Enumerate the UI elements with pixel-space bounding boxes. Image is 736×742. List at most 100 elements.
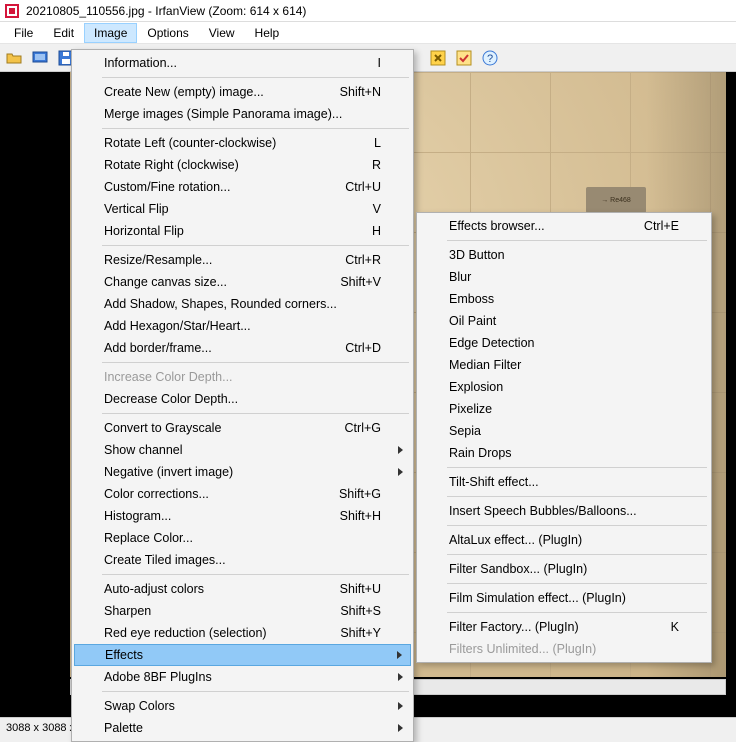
help-icon[interactable]: ? bbox=[480, 48, 500, 68]
image-menu-add-hexagon-star-heart[interactable]: Add Hexagon/Star/Heart... bbox=[74, 315, 411, 337]
effects-menu-insert-speech-bubbles-balloons[interactable]: Insert Speech Bubbles/Balloons... bbox=[419, 500, 709, 522]
menu-item-shortcut: Shift+S bbox=[340, 604, 381, 618]
image-menu-merge-images-simple-panorama-image[interactable]: Merge images (Simple Panorama image)... bbox=[74, 103, 411, 125]
effects-menu-edge-detection[interactable]: Edge Detection bbox=[419, 332, 709, 354]
menu-item-label: Merge images (Simple Panorama image)... bbox=[104, 107, 381, 121]
menu-item-shortcut: Shift+N bbox=[340, 85, 381, 99]
menu-item-shortcut: Ctrl+R bbox=[345, 253, 381, 267]
menu-item-label: Emboss bbox=[449, 292, 679, 306]
menu-options[interactable]: Options bbox=[137, 23, 198, 43]
image-menu-rotate-left-counter-clockwise[interactable]: Rotate Left (counter-clockwise)L bbox=[74, 132, 411, 154]
menu-item-shortcut: R bbox=[372, 158, 381, 172]
menu-item-label: Add Shadow, Shapes, Rounded corners... bbox=[104, 297, 381, 311]
effects-menu-blur[interactable]: Blur bbox=[419, 266, 709, 288]
image-menu-swap-colors[interactable]: Swap Colors bbox=[74, 695, 411, 717]
submenu-arrow-icon bbox=[398, 446, 403, 454]
menu-item-label: Film Simulation effect... (PlugIn) bbox=[449, 591, 679, 605]
image-menu-add-border-frame[interactable]: Add border/frame...Ctrl+D bbox=[74, 337, 411, 359]
image-menu-histogram[interactable]: Histogram...Shift+H bbox=[74, 505, 411, 527]
image-menu-adobe-8bf-plugins[interactable]: Adobe 8BF PlugIns bbox=[74, 666, 411, 688]
image-menu-separator bbox=[102, 128, 409, 129]
image-menu-convert-to-grayscale[interactable]: Convert to GrayscaleCtrl+G bbox=[74, 417, 411, 439]
image-menu-rotate-right-clockwise[interactable]: Rotate Right (clockwise)R bbox=[74, 154, 411, 176]
image-menu-add-shadow-shapes-rounded-corners[interactable]: Add Shadow, Shapes, Rounded corners... bbox=[74, 293, 411, 315]
image-menu-negative-invert-image[interactable]: Negative (invert image) bbox=[74, 461, 411, 483]
image-menu-auto-adjust-colors[interactable]: Auto-adjust colorsShift+U bbox=[74, 578, 411, 600]
menu-item-label: Rain Drops bbox=[449, 446, 679, 460]
submenu-arrow-icon bbox=[397, 651, 402, 659]
effects-menu-filter-factory-plugin[interactable]: Filter Factory... (PlugIn)K bbox=[419, 616, 709, 638]
menu-image[interactable]: Image bbox=[84, 23, 137, 43]
menu-item-shortcut: Ctrl+E bbox=[644, 219, 679, 233]
image-menu-increase-color-depth: Increase Color Depth... bbox=[74, 366, 411, 388]
menu-item-label: Create Tiled images... bbox=[104, 553, 381, 567]
menu-item-label: Explosion bbox=[449, 380, 679, 394]
image-menu-palette[interactable]: Palette bbox=[74, 717, 411, 739]
submenu-arrow-icon bbox=[398, 673, 403, 681]
image-menu-create-new-empty-image[interactable]: Create New (empty) image...Shift+N bbox=[74, 81, 411, 103]
image-menu-custom-fine-rotation[interactable]: Custom/Fine rotation...Ctrl+U bbox=[74, 176, 411, 198]
image-menu-create-tiled-images[interactable]: Create Tiled images... bbox=[74, 549, 411, 571]
open-icon[interactable] bbox=[4, 48, 24, 68]
menu-item-label: Adobe 8BF PlugIns bbox=[104, 670, 381, 684]
image-menu-information[interactable]: Information...I bbox=[74, 52, 411, 74]
menu-item-label: Sharpen bbox=[104, 604, 340, 618]
effects-menu-separator bbox=[447, 496, 707, 497]
effects-menu-effects-browser[interactable]: Effects browser...Ctrl+E bbox=[419, 215, 709, 237]
image-menu-show-channel[interactable]: Show channel bbox=[74, 439, 411, 461]
menu-item-label: Filter Sandbox... (PlugIn) bbox=[449, 562, 679, 576]
image-menu-dropdown: Information...I Create New (empty) image.… bbox=[71, 49, 414, 742]
effects-menu-explosion[interactable]: Explosion bbox=[419, 376, 709, 398]
image-menu-change-canvas-size[interactable]: Change canvas size...Shift+V bbox=[74, 271, 411, 293]
image-menu-replace-color[interactable]: Replace Color... bbox=[74, 527, 411, 549]
image-menu-decrease-color-depth[interactable]: Decrease Color Depth... bbox=[74, 388, 411, 410]
effects-submenu: Effects browser...Ctrl+E 3D ButtonBlur Emb… bbox=[416, 212, 712, 663]
image-menu-color-corrections[interactable]: Color corrections...Shift+G bbox=[74, 483, 411, 505]
image-menu-separator bbox=[102, 574, 409, 575]
menu-item-label: Resize/Resample... bbox=[104, 253, 345, 267]
menu-item-label: Effects browser... bbox=[449, 219, 644, 233]
menu-item-label: Convert to Grayscale bbox=[104, 421, 345, 435]
slideshow-icon[interactable] bbox=[30, 48, 50, 68]
toolbar-icon-1[interactable] bbox=[428, 48, 448, 68]
photo-sign: → Re468 bbox=[586, 187, 646, 213]
menu-file[interactable]: File bbox=[4, 23, 43, 43]
menu-item-label: Create New (empty) image... bbox=[104, 85, 340, 99]
menu-item-label: Tilt-Shift effect... bbox=[449, 475, 679, 489]
effects-menu-pixelize[interactable]: Pixelize bbox=[419, 398, 709, 420]
effects-menu-median-filter[interactable]: Median Filter bbox=[419, 354, 709, 376]
effects-menu-emboss[interactable]: Emboss bbox=[419, 288, 709, 310]
effects-menu-tilt-shift-effect[interactable]: Tilt-Shift effect... bbox=[419, 471, 709, 493]
menu-item-shortcut: Ctrl+G bbox=[345, 421, 381, 435]
effects-menu-film-simulation-effect-plugin[interactable]: Film Simulation effect... (PlugIn) bbox=[419, 587, 709, 609]
submenu-arrow-icon bbox=[398, 702, 403, 710]
effects-menu-separator bbox=[447, 240, 707, 241]
effects-menu-rain-drops[interactable]: Rain Drops bbox=[419, 442, 709, 464]
app-icon bbox=[4, 3, 20, 19]
menu-item-shortcut: K bbox=[671, 620, 679, 634]
submenu-arrow-icon bbox=[398, 724, 403, 732]
menu-item-label: Pixelize bbox=[449, 402, 679, 416]
image-menu-red-eye-reduction-selection[interactable]: Red eye reduction (selection)Shift+Y bbox=[74, 622, 411, 644]
menu-view[interactable]: View bbox=[199, 23, 245, 43]
menu-item-label: Insert Speech Bubbles/Balloons... bbox=[449, 504, 679, 518]
submenu-arrow-icon bbox=[398, 468, 403, 476]
menu-item-label: Palette bbox=[104, 721, 381, 735]
menu-item-label: Filter Factory... (PlugIn) bbox=[449, 620, 671, 634]
menu-help[interactable]: Help bbox=[245, 23, 290, 43]
image-menu-vertical-flip[interactable]: Vertical FlipV bbox=[74, 198, 411, 220]
effects-menu-3d-button[interactable]: 3D Button bbox=[419, 244, 709, 266]
menu-item-shortcut: Ctrl+U bbox=[345, 180, 381, 194]
effects-menu-altalux-effect-plugin[interactable]: AltaLux effect... (PlugIn) bbox=[419, 529, 709, 551]
toolbar-icon-2[interactable] bbox=[454, 48, 474, 68]
effects-menu-separator bbox=[447, 467, 707, 468]
image-menu-resize-resample[interactable]: Resize/Resample...Ctrl+R bbox=[74, 249, 411, 271]
menu-item-label: Oil Paint bbox=[449, 314, 679, 328]
image-menu-horizontal-flip[interactable]: Horizontal FlipH bbox=[74, 220, 411, 242]
menu-edit[interactable]: Edit bbox=[43, 23, 84, 43]
image-menu-sharpen[interactable]: SharpenShift+S bbox=[74, 600, 411, 622]
image-menu-effects[interactable]: Effects bbox=[74, 644, 411, 666]
effects-menu-sepia[interactable]: Sepia bbox=[419, 420, 709, 442]
effects-menu-filter-sandbox-plugin[interactable]: Filter Sandbox... (PlugIn) bbox=[419, 558, 709, 580]
effects-menu-oil-paint[interactable]: Oil Paint bbox=[419, 310, 709, 332]
